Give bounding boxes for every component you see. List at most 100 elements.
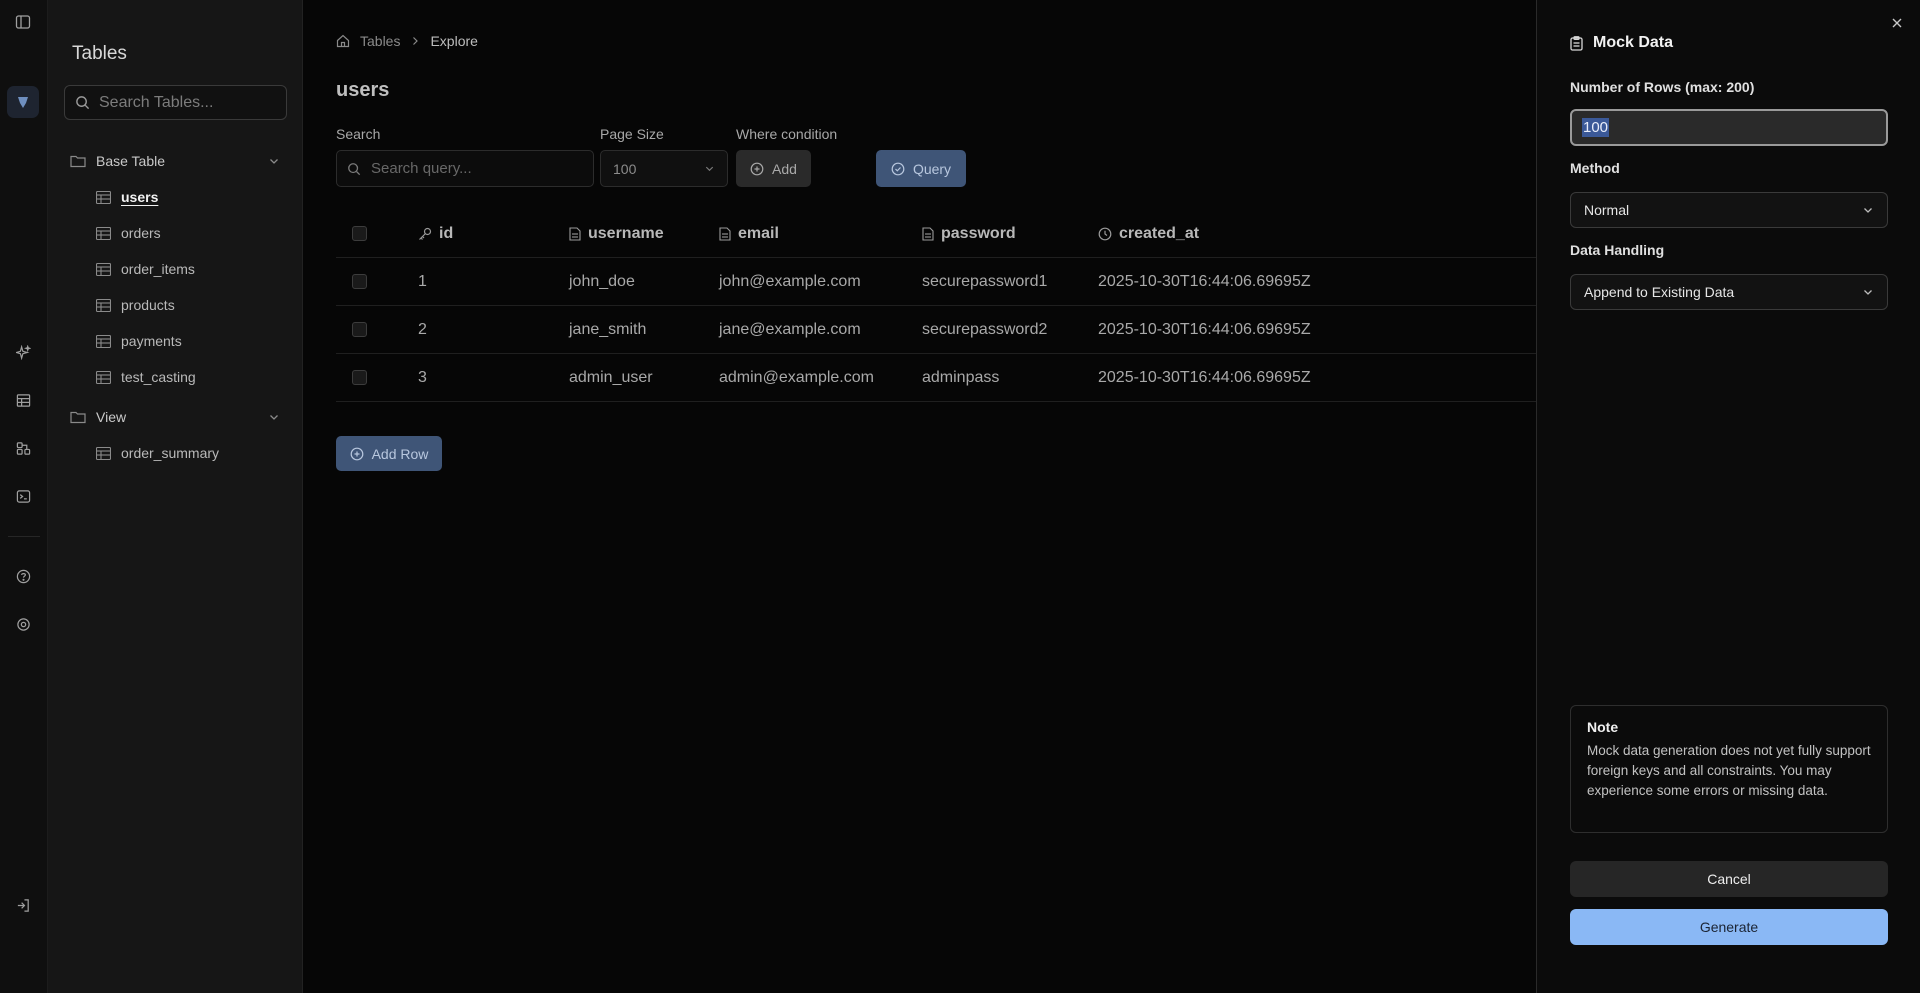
help-icon[interactable]: [12, 565, 34, 587]
sidebar-item-order-summary[interactable]: order_summary: [96, 445, 219, 461]
app-logo-icon[interactable]: [7, 86, 39, 118]
note-box: Note Mock data generation does not yet f…: [1570, 705, 1888, 833]
sidebar-toggle-icon[interactable]: [12, 11, 34, 33]
page-size-select[interactable]: 100: [600, 150, 728, 187]
table-search-input[interactable]: [99, 93, 269, 112]
generate-button[interactable]: Generate: [1570, 909, 1888, 945]
key-icon: [418, 227, 432, 241]
table-icon: [96, 370, 111, 384]
cell-email[interactable]: jane@example.com: [719, 306, 861, 353]
column-header-id[interactable]: id: [418, 210, 453, 257]
settings-gear-icon[interactable]: [12, 613, 34, 635]
table-icon: [96, 334, 111, 348]
cancel-button[interactable]: Cancel: [1570, 861, 1888, 897]
rows-count-value: 100: [1582, 118, 1610, 137]
chevron-down-icon[interactable]: [268, 155, 280, 167]
method-label: Method: [1570, 160, 1620, 176]
sidebar-item-label: users: [121, 189, 159, 205]
column-header-password[interactable]: password: [922, 210, 1016, 257]
query-button[interactable]: Query: [876, 150, 966, 187]
column-header-email[interactable]: email: [719, 210, 779, 257]
table-search-box[interactable]: [64, 85, 287, 120]
terminal-icon[interactable]: [12, 485, 34, 507]
schema-icon[interactable]: [12, 437, 34, 459]
table-icon[interactable]: [12, 389, 34, 411]
sidebar-item-orders[interactable]: orders: [96, 225, 161, 241]
cell-id[interactable]: 3: [418, 354, 427, 401]
table-row[interactable]: 1 john_doe john@example.com securepasswo…: [336, 258, 1536, 306]
data-handling-select[interactable]: Append to Existing Data: [1570, 274, 1888, 310]
cell-created-at[interactable]: 2025-10-30T16:44:06.69695Z: [1098, 306, 1311, 353]
cell-email[interactable]: john@example.com: [719, 258, 861, 305]
column-header-created-at[interactable]: created_at: [1098, 210, 1199, 257]
cell-username[interactable]: admin_user: [569, 354, 653, 401]
table-icon: [96, 298, 111, 312]
group-label: Base Table: [96, 153, 166, 169]
method-select[interactable]: Normal: [1570, 192, 1888, 228]
query-search-input[interactable]: [371, 160, 571, 177]
cell-created-at[interactable]: 2025-10-30T16:44:06.69695Z: [1098, 354, 1311, 401]
table-icon: [96, 190, 111, 204]
close-icon[interactable]: [1890, 16, 1904, 30]
row-checkbox[interactable]: [352, 354, 367, 401]
chevron-down-icon: [1862, 204, 1874, 216]
text-file-icon: [922, 226, 934, 241]
tables-sidebar: Tables Base Table users orders order_ite…: [48, 0, 303, 993]
table-icon: [96, 262, 111, 276]
logout-icon[interactable]: [12, 894, 34, 916]
folder-icon: [70, 410, 86, 424]
cell-created-at[interactable]: 2025-10-30T16:44:06.69695Z: [1098, 258, 1311, 305]
note-body: Mock data generation does not yet fully …: [1587, 743, 1871, 798]
sidebar-item-payments[interactable]: payments: [96, 333, 182, 349]
sidebar-item-order-items[interactable]: order_items: [96, 261, 195, 277]
sidebar-item-test-casting[interactable]: test_casting: [96, 369, 196, 385]
sidebar-item-label: products: [121, 297, 175, 313]
cell-email[interactable]: admin@example.com: [719, 354, 874, 401]
text-file-icon: [569, 226, 581, 241]
where-condition-label: Where condition: [736, 126, 838, 142]
data-handling-value: Append to Existing Data: [1584, 284, 1735, 300]
cell-password[interactable]: securepassword2: [922, 306, 1047, 353]
chevron-right-icon: [410, 36, 420, 46]
ai-sparkle-icon[interactable]: [12, 341, 34, 363]
table-row[interactable]: 2 jane_smith jane@example.com securepass…: [336, 306, 1536, 354]
page-size-value: 100: [613, 160, 637, 177]
cell-id[interactable]: 2: [418, 306, 427, 353]
sidebar-item-label: order_items: [121, 261, 195, 277]
select-all-checkbox[interactable]: [352, 210, 367, 257]
search-icon: [347, 162, 361, 176]
home-icon[interactable]: [336, 34, 350, 48]
cell-username[interactable]: jane_smith: [569, 306, 646, 353]
sidebar-item-label: orders: [121, 225, 161, 241]
rows-count-input[interactable]: 100: [1570, 109, 1888, 146]
data-handling-label: Data Handling: [1570, 242, 1665, 258]
cell-username[interactable]: john_doe: [569, 258, 635, 305]
row-checkbox[interactable]: [352, 306, 367, 353]
sidebar-item-products[interactable]: products: [96, 297, 175, 313]
data-table: id username email password created_at 1: [336, 210, 1536, 402]
sidebar-item-label: test_casting: [121, 369, 196, 385]
table-row[interactable]: 3 admin_user admin@example.com adminpass…: [336, 354, 1536, 402]
group-base-table[interactable]: Base Table: [70, 153, 280, 169]
sidebar-item-users[interactable]: users: [96, 189, 158, 205]
rows-count-label: Number of Rows (max: 200): [1570, 79, 1755, 95]
cell-password[interactable]: adminpass: [922, 354, 999, 401]
add-row-label: Add Row: [371, 445, 429, 462]
cell-password[interactable]: securepassword1: [922, 258, 1047, 305]
search-icon: [75, 95, 90, 110]
row-checkbox[interactable]: [352, 258, 367, 305]
breadcrumb-tables[interactable]: Tables: [360, 33, 400, 49]
cell-id[interactable]: 1: [418, 258, 427, 305]
group-view[interactable]: View: [70, 409, 280, 425]
table-icon: [96, 226, 111, 240]
column-header-username[interactable]: username: [569, 210, 664, 257]
chevron-down-icon: [1862, 286, 1874, 298]
chevron-down-icon[interactable]: [268, 411, 280, 423]
breadcrumb: Tables Explore: [336, 33, 478, 49]
add-row-button[interactable]: Add Row: [336, 436, 442, 471]
chevron-down-icon: [704, 163, 715, 174]
add-condition-button[interactable]: Add: [736, 150, 811, 187]
page-title: users: [336, 79, 390, 101]
query-search-box[interactable]: [336, 150, 594, 187]
sidebar-item-label: payments: [121, 333, 182, 349]
